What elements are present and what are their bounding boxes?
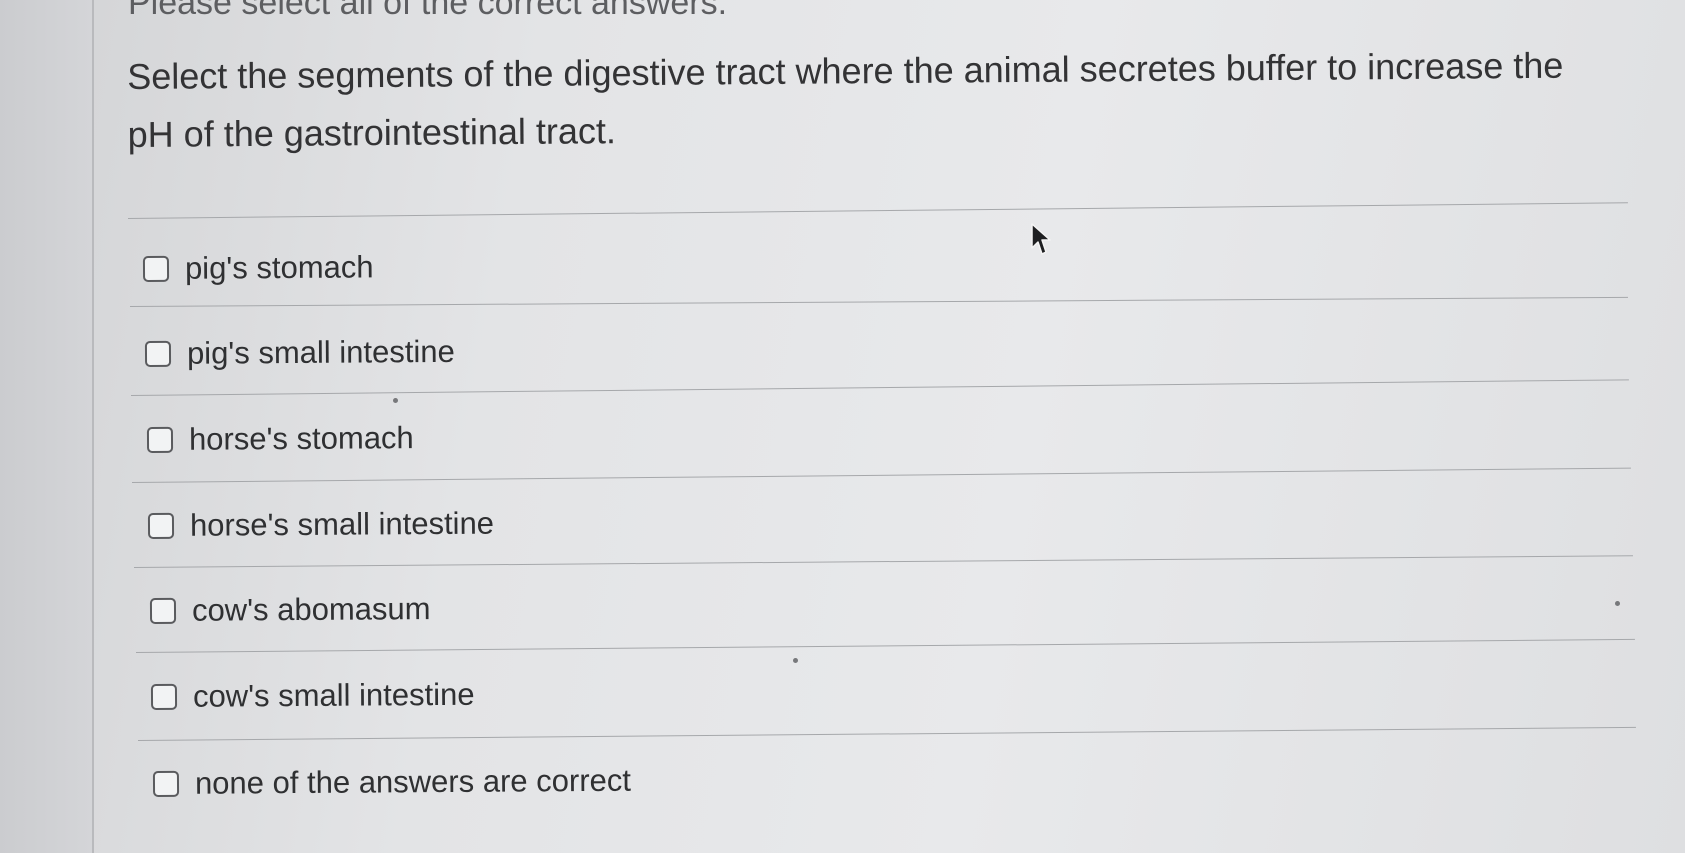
left-sidebar-edge: [0, 0, 94, 853]
quiz-page: Please select all of the correct answers…: [0, 0, 1685, 853]
option-pigs-stomach[interactable]: pig's stomach: [142, 249, 374, 287]
option-label: horse's stomach: [188, 420, 414, 457]
option-label: cow's small intestine: [192, 676, 475, 714]
checkbox[interactable]: [150, 683, 178, 710]
option-horses-small-intestine[interactable]: horse's small intestine: [147, 505, 495, 544]
question-text: Select the segments of the digestive tra…: [127, 44, 1564, 155]
divider: [129, 296, 1628, 307]
instruction-text: Please select all of the correct answers…: [128, 0, 728, 22]
divider: [133, 555, 1633, 568]
screen-speck: [793, 658, 798, 663]
screen-speck: [1615, 601, 1620, 606]
checkbox[interactable]: [142, 255, 170, 282]
checkbox[interactable]: [146, 426, 174, 453]
option-label: horse's small intestine: [189, 505, 495, 543]
option-label: pig's stomach: [184, 249, 374, 286]
divider: [127, 202, 1628, 219]
checkbox[interactable]: [144, 340, 172, 367]
option-pigs-small-intestine[interactable]: pig's small intestine: [144, 333, 455, 372]
option-label: pig's small intestine: [186, 333, 455, 371]
screen-speck: [393, 398, 398, 403]
option-cows-small-intestine[interactable]: cow's small intestine: [150, 676, 475, 715]
mouse-pointer-icon: [1031, 223, 1051, 255]
divider: [137, 726, 1636, 741]
checkbox[interactable]: [147, 512, 175, 539]
option-label: cow's abomasum: [191, 591, 431, 628]
option-label: none of the answers are correct: [194, 762, 632, 801]
option-cows-abomasum[interactable]: cow's abomasum: [149, 591, 431, 629]
checkbox[interactable]: [149, 597, 177, 624]
divider: [135, 638, 1635, 653]
checkbox[interactable]: [152, 770, 180, 797]
divider: [131, 467, 1631, 483]
option-horses-stomach[interactable]: horse's stomach: [146, 420, 414, 458]
divider: [130, 379, 1629, 396]
option-none-correct[interactable]: none of the answers are correct: [152, 762, 632, 802]
